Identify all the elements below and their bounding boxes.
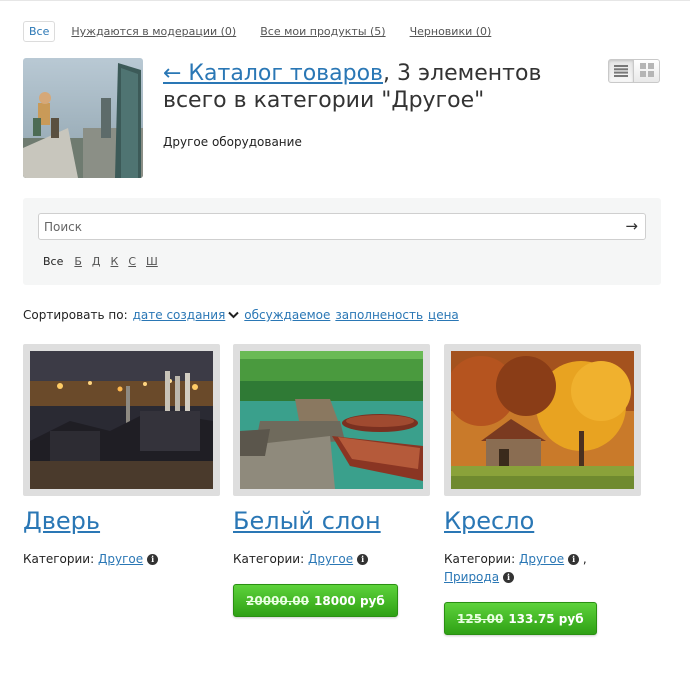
product-card: Белый слон Категории: Другое i 20000.00 1… <box>233 344 433 617</box>
current-price: 133.75 руб <box>508 611 584 626</box>
list-view-button[interactable] <box>608 59 634 83</box>
sort-by-price[interactable]: цена <box>428 308 459 322</box>
filter-tab-moderation[interactable]: Нуждаются в модерации (0) <box>71 22 236 41</box>
price-button[interactable]: 20000.00 18000 руб <box>233 584 398 617</box>
category-description: Другое оборудование <box>163 135 302 149</box>
categories-label: Категории: <box>444 552 516 566</box>
letter-filter-item[interactable]: К <box>111 255 119 268</box>
info-icon[interactable]: i <box>357 554 369 565</box>
sort-by-discussed[interactable]: обсуждаемое <box>244 308 330 322</box>
search-panel: → Все Б Д К С Ш <box>23 198 661 285</box>
page-title: ← Каталог товаров, 3 элементов всего в к… <box>163 60 583 114</box>
top-divider <box>0 0 690 1</box>
letter-filter-item[interactable]: Б <box>74 255 82 268</box>
categories-label: Категории: <box>233 552 305 566</box>
arrow-right-icon[interactable]: → <box>625 217 638 235</box>
sort-by-date[interactable]: дате создания <box>133 308 226 322</box>
catalog-back-link[interactable]: ← Каталог товаров <box>163 61 383 86</box>
product-title[interactable]: Белый слон <box>233 506 433 536</box>
product-image[interactable] <box>23 344 220 496</box>
product-title[interactable]: Дверь <box>23 506 223 536</box>
sort-label: Сортировать по: <box>23 308 128 322</box>
sort-by-completeness[interactable]: заполненость <box>335 308 423 322</box>
letter-filter-item[interactable]: Д <box>92 255 101 268</box>
category-link[interactable]: Природа <box>444 570 499 584</box>
sort-bar: Сортировать по: дате создания обсуждаемо… <box>23 308 464 322</box>
filter-tab-drafts[interactable]: Черновики (0) <box>410 22 492 41</box>
letter-filter-item[interactable]: С <box>128 255 136 268</box>
info-icon[interactable]: i <box>568 554 580 565</box>
product-card: Дверь Категории: Другое i <box>23 344 223 568</box>
search-input[interactable] <box>39 214 609 239</box>
product-title[interactable]: Кресло <box>444 506 644 536</box>
old-price: 20000.00 <box>246 593 310 608</box>
grid-view-button[interactable] <box>634 59 660 83</box>
product-categories: Категории: Другое i <box>23 550 223 568</box>
search-box: → <box>38 213 646 240</box>
categories-label: Категории: <box>23 552 95 566</box>
list-view-icon <box>614 62 628 81</box>
product-image[interactable] <box>444 344 641 496</box>
category-link[interactable]: Другое <box>519 552 564 566</box>
info-icon[interactable]: i <box>147 554 159 565</box>
product-categories: Категории: Другое i , Природа i <box>444 552 587 584</box>
chevron-down-icon[interactable] <box>228 308 240 322</box>
filter-tab-all[interactable]: Все <box>23 21 56 42</box>
current-price: 18000 руб <box>314 593 385 608</box>
letter-filter-all[interactable]: Все <box>43 255 63 268</box>
category-link[interactable]: Другое <box>308 552 353 566</box>
letter-filter: Все Б Д К С Ш <box>43 255 168 268</box>
grid-view-icon <box>639 62 654 81</box>
category-link[interactable]: Другое <box>98 552 143 566</box>
price-button[interactable]: 125.00 133.75 руб <box>444 602 597 635</box>
view-mode-switch <box>608 59 660 83</box>
filter-tab-my-products[interactable]: Все мои продукты (5) <box>260 22 385 41</box>
category-image <box>23 58 143 178</box>
letter-filter-item[interactable]: Ш <box>146 255 158 268</box>
filter-tabs: Все Нуждаются в модерации (0) Все мои пр… <box>23 21 515 42</box>
product-card: Кресло Категории: Другое i , Природа i 125… <box>444 344 644 635</box>
old-price: 125.00 <box>457 611 504 626</box>
product-image[interactable] <box>233 344 430 496</box>
info-icon[interactable]: i <box>503 572 515 583</box>
product-categories: Категории: Другое i <box>233 550 433 568</box>
